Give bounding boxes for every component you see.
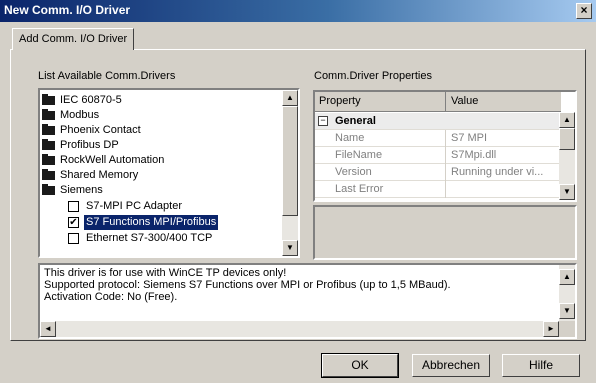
scroll-up-button[interactable]: ▲	[559, 112, 575, 128]
property-row-name[interactable]: Name S7 MPI	[315, 130, 561, 147]
driver-checkbox[interactable]	[68, 201, 79, 212]
ok-button-label: OK	[351, 358, 369, 372]
tab-add-comm-io-driver[interactable]: Add Comm. I/O Driver	[12, 28, 135, 50]
property-row-version[interactable]: Version Running under vi...	[315, 164, 561, 181]
property-description-box	[313, 205, 577, 260]
folder-icon	[42, 184, 55, 195]
collapse-icon[interactable]: −	[318, 116, 328, 126]
cancel-button-label: Abbrechen	[421, 358, 481, 372]
scroll-up-button[interactable]: ▲	[559, 269, 575, 285]
category-label: General	[335, 115, 376, 127]
close-button[interactable]: ×	[576, 3, 592, 19]
column-header-value: Value	[451, 95, 479, 107]
folder-label: RockWell Automation	[60, 154, 165, 166]
arrow-right-icon: ►	[547, 324, 555, 333]
driver-info-box[interactable]: This driver is for use with WinCE TP dev…	[38, 263, 577, 339]
folder-label: Siemens	[60, 184, 103, 196]
folder-icon	[42, 94, 55, 105]
close-icon: ×	[580, 3, 588, 17]
tree-vertical-scrollbar[interactable]: ▲ ▼	[282, 90, 298, 256]
scroll-down-button[interactable]: ▼	[559, 184, 575, 200]
arrow-down-icon: ▼	[286, 243, 294, 252]
folder-label: Modbus	[60, 109, 100, 121]
folder-label: IEC 60870-5	[60, 94, 122, 106]
info-vertical-scrollbar[interactable]: ▲ ▼	[559, 265, 575, 321]
scroll-down-button[interactable]: ▼	[559, 303, 575, 319]
help-button-label: Hilfe	[528, 358, 553, 372]
folder-icon	[42, 169, 55, 180]
help-button[interactable]: Hilfe	[502, 354, 580, 377]
info-line: Activation Code: No (Free).	[44, 291, 178, 303]
folder-icon	[42, 124, 55, 135]
property-vertical-scrollbar[interactable]: ▲ ▼	[559, 112, 575, 200]
arrow-up-icon: ▲	[286, 93, 294, 102]
scroll-thumb[interactable]	[559, 128, 575, 150]
property-name: Version	[335, 166, 372, 178]
property-row-filename[interactable]: FileName S7Mpi.dll	[315, 147, 561, 164]
scroll-right-button[interactable]: ►	[543, 321, 559, 337]
folder-icon	[42, 109, 55, 120]
driver-checkbox-checked[interactable]: ✔	[68, 217, 79, 228]
arrow-up-icon: ▲	[563, 115, 571, 124]
arrow-down-icon: ▼	[563, 306, 571, 315]
scroll-down-button[interactable]: ▼	[282, 240, 298, 256]
property-value: Running under vi...	[451, 166, 544, 178]
info-horizontal-scrollbar[interactable]: ◄ ►	[40, 321, 559, 337]
folder-icon	[42, 139, 55, 150]
property-name: Last Error	[335, 183, 384, 195]
driver-tree[interactable]: IEC 60870-5 Modbus Phoenix Contact Profi…	[38, 88, 300, 258]
window-title: New Comm. I/O Driver	[4, 3, 131, 17]
dialog-window: New Comm. I/O Driver × Add Comm. I/O Dri…	[0, 0, 596, 383]
scroll-up-button[interactable]: ▲	[282, 90, 298, 106]
folder-icon	[42, 154, 55, 165]
arrow-up-icon: ▲	[563, 272, 571, 281]
info-line: Supported protocol: Siemens S7 Functions…	[44, 279, 451, 291]
arrow-down-icon: ▼	[563, 187, 571, 196]
property-name: FileName	[335, 149, 383, 161]
folder-label: Profibus DP	[60, 139, 119, 151]
property-value: S7Mpi.dll	[451, 149, 497, 161]
scrollbar-corner	[559, 321, 575, 337]
property-grid[interactable]: Property Value − General Name S7 MPI Fil…	[313, 90, 577, 202]
tab-label: Add Comm. I/O Driver	[19, 33, 128, 45]
property-value: S7 MPI	[451, 132, 488, 144]
scroll-left-button[interactable]: ◄	[40, 321, 56, 337]
folder-label: Phoenix Contact	[60, 124, 141, 136]
scroll-thumb[interactable]	[282, 106, 298, 216]
properties-label: Comm.Driver Properties	[314, 70, 432, 82]
cancel-button[interactable]: Abbrechen	[412, 354, 490, 377]
property-row-last-error[interactable]: Last Error	[315, 181, 561, 198]
column-header-property: Property	[319, 95, 361, 107]
title-bar[interactable]: New Comm. I/O Driver ×	[0, 0, 596, 22]
driver-checkbox[interactable]	[68, 233, 79, 244]
ok-button[interactable]: OK	[321, 353, 399, 378]
info-line: This driver is for use with WinCE TP dev…	[44, 267, 287, 279]
property-grid-header: Property Value	[315, 92, 561, 112]
driver-label: S7 Functions MPI/Profibus	[82, 214, 220, 231]
folder-label: Shared Memory	[60, 169, 139, 181]
property-name: Name	[335, 132, 365, 144]
property-category-general[interactable]: − General	[315, 113, 561, 130]
driver-list-label: List Available Comm.Drivers	[38, 70, 176, 82]
arrow-left-icon: ◄	[44, 324, 52, 333]
driver-label: S7-MPI PC Adapter	[86, 200, 182, 212]
driver-label: Ethernet S7-300/400 TCP	[86, 232, 213, 244]
